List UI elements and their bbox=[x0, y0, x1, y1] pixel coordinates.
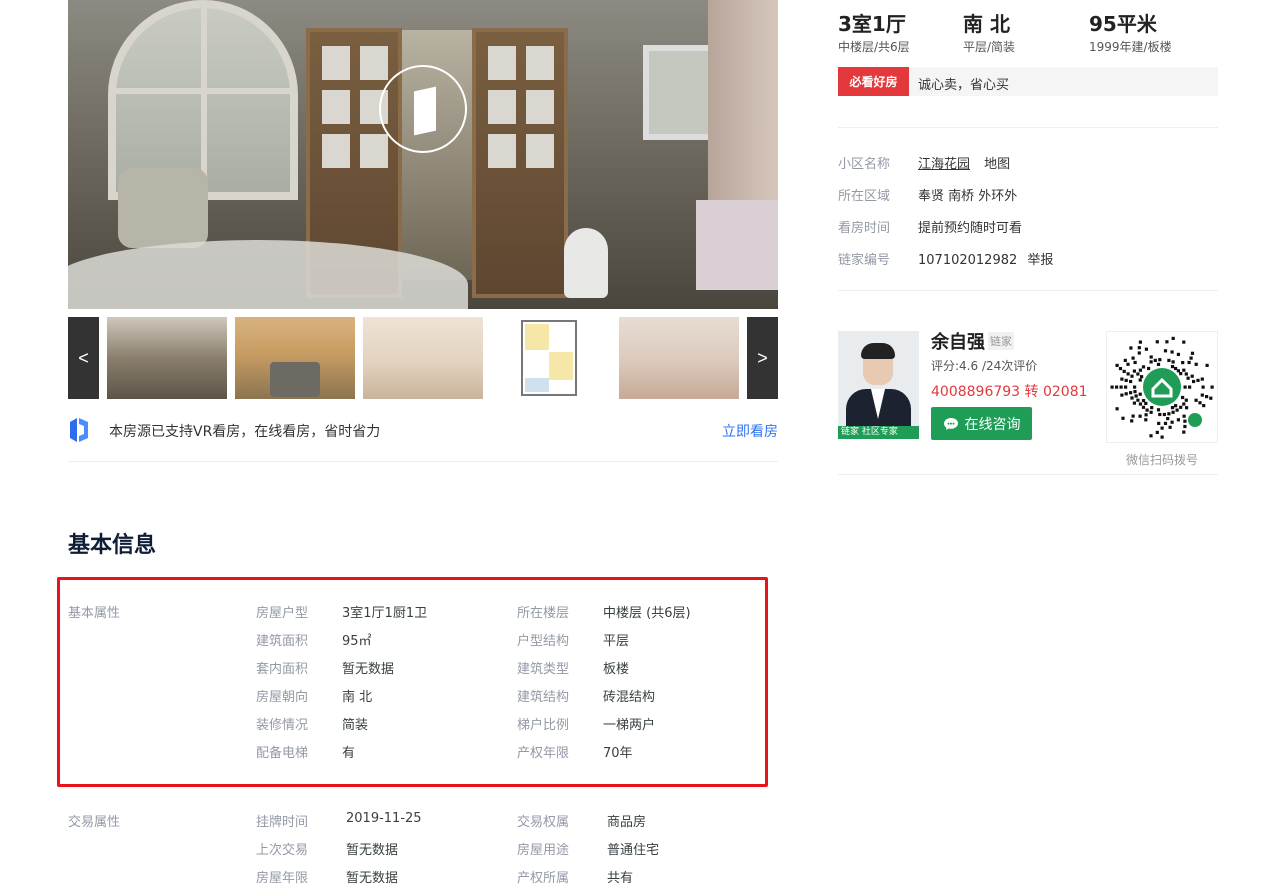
attribute-value: 平层 bbox=[603, 634, 630, 649]
consult-label: 在线咨询 bbox=[964, 416, 1021, 433]
wechat-qr-code bbox=[1106, 331, 1218, 443]
attribute-label: 挂牌时间 bbox=[256, 815, 309, 830]
agent-expert-badge: 链家 社区专家 bbox=[838, 426, 919, 439]
report-link[interactable]: 举报 bbox=[1027, 253, 1053, 268]
armchair bbox=[118, 168, 208, 248]
thumbnail-2[interactable] bbox=[235, 317, 355, 399]
stat-area-sub: 1999年建/板楼 bbox=[1089, 40, 1172, 54]
attribute-value: 砖混结构 bbox=[603, 690, 656, 705]
vr-hint-text: 本房源已支持VR看房，在线看房，省时省力 bbox=[109, 424, 381, 440]
attribute-value: 3室1厅1厨1卫 bbox=[342, 606, 428, 621]
attribute-label: 产权所属 bbox=[517, 871, 570, 886]
agent-avatar[interactable]: 链家 社区专家 bbox=[838, 331, 919, 439]
community-label: 小区名称 bbox=[838, 157, 891, 172]
attribute-value: 2019-11-25 bbox=[346, 811, 422, 826]
stat-room: 3室1厅 bbox=[838, 12, 906, 36]
thumbnail-3[interactable] bbox=[363, 317, 483, 399]
attribute-label: 建筑结构 bbox=[517, 690, 570, 705]
attribute-label: 产权年限 bbox=[517, 746, 570, 761]
bed bbox=[696, 200, 778, 290]
stat-orientation: 南 北 bbox=[963, 12, 1010, 36]
community-link[interactable]: 江海花园 bbox=[918, 157, 970, 172]
qr-caption: 微信扫码拨号 bbox=[1126, 453, 1199, 467]
attribute-value: 有 bbox=[342, 746, 356, 761]
attribute-label: 建筑类型 bbox=[517, 662, 570, 677]
divider bbox=[838, 127, 1218, 128]
thumbnail-5[interactable] bbox=[619, 317, 739, 399]
attribute-value: 共有 bbox=[607, 871, 634, 886]
attribute-value: 中楼层 (共6层) bbox=[603, 606, 691, 621]
attribute-value: 简装 bbox=[342, 718, 369, 733]
listing-id-label: 链家编号 bbox=[838, 253, 891, 268]
attribute-label: 上次交易 bbox=[256, 843, 309, 858]
must-see-badge: 必看好房 bbox=[838, 67, 909, 96]
online-consult-button[interactable]: 在线咨询 bbox=[931, 407, 1032, 440]
chat-icon bbox=[943, 417, 958, 430]
listing-id-value: 107102012982 举报 bbox=[918, 249, 1053, 268]
attribute-value: 暂无数据 bbox=[346, 871, 399, 886]
divider bbox=[68, 461, 778, 462]
vr-play-icon[interactable] bbox=[379, 65, 467, 153]
region-label: 所在区域 bbox=[838, 189, 891, 204]
vr-view-link[interactable]: 立即看房 bbox=[722, 421, 778, 441]
agent-name[interactable]: 余自强 bbox=[931, 328, 985, 354]
agent-phone: 4008896793 转 02081 bbox=[931, 384, 1088, 400]
thumb-next-button[interactable]: > bbox=[747, 317, 778, 399]
tag-bar: 必看好房 诚心卖，省心买 bbox=[838, 67, 1218, 96]
map-link[interactable]: 地图 bbox=[984, 157, 1010, 172]
divider bbox=[838, 290, 1218, 291]
visit-time-label: 看房时间 bbox=[838, 221, 891, 236]
attribute-label: 建筑面积 bbox=[256, 634, 309, 649]
heater bbox=[564, 228, 608, 298]
attribute-label: 房屋朝向 bbox=[256, 690, 309, 705]
attribute-value: 暂无数据 bbox=[342, 662, 395, 677]
thumbnail-floorplan[interactable] bbox=[491, 317, 611, 399]
attribute-value: 板楼 bbox=[603, 662, 630, 677]
attribute-label: 房屋户型 bbox=[256, 606, 309, 621]
attribute-label: 装修情况 bbox=[256, 718, 309, 733]
vr-logo-icon bbox=[70, 418, 88, 442]
region-value: 奉贤 南桥 外环外 bbox=[918, 189, 1018, 204]
attribute-value: 商品房 bbox=[607, 815, 647, 830]
stat-area: 95平米 bbox=[1089, 12, 1157, 36]
attribute-label: 套内面积 bbox=[256, 662, 309, 677]
group-label-basic: 基本属性 bbox=[68, 606, 121, 621]
attribute-label: 所在楼层 bbox=[517, 606, 570, 621]
stat-orientation-sub: 平层/简装 bbox=[963, 40, 1016, 54]
thumb-prev-button[interactable]: < bbox=[68, 317, 99, 399]
attribute-value: 普通住宅 bbox=[607, 843, 660, 858]
thumbnail-1[interactable] bbox=[107, 317, 227, 399]
attribute-value: 一梯两户 bbox=[603, 718, 656, 733]
attribute-label: 房屋年限 bbox=[256, 871, 309, 886]
attribute-value: 暂无数据 bbox=[346, 843, 399, 858]
divider bbox=[838, 474, 1218, 475]
visit-time-value: 提前预约随时可看 bbox=[918, 221, 1023, 236]
attribute-value: 南 北 bbox=[342, 690, 373, 705]
attribute-label: 户型结构 bbox=[517, 634, 570, 649]
group-label-trade: 交易属性 bbox=[68, 815, 121, 830]
tag-text: 诚心卖，省心买 bbox=[918, 78, 1010, 93]
listing-id: 107102012982 bbox=[918, 253, 1018, 268]
main-photo[interactable] bbox=[68, 0, 778, 309]
agent-brand-tag: 链家 bbox=[988, 332, 1014, 350]
door-right bbox=[472, 28, 568, 298]
community-value: 江海花园 地图 bbox=[918, 153, 1010, 172]
agent-rating: 评分:4.6 /24次评价 bbox=[931, 359, 1038, 373]
section-title: 基本信息 bbox=[68, 533, 157, 558]
attribute-label: 交易权属 bbox=[517, 815, 570, 830]
attribute-value: 95㎡ bbox=[342, 634, 372, 649]
stat-room-sub: 中楼层/共6层 bbox=[838, 40, 910, 54]
attribute-label: 配备电梯 bbox=[256, 746, 309, 761]
attribute-label: 梯户比例 bbox=[517, 718, 570, 733]
attribute-label: 房屋用途 bbox=[517, 843, 570, 858]
attribute-value: 70年 bbox=[603, 746, 633, 761]
